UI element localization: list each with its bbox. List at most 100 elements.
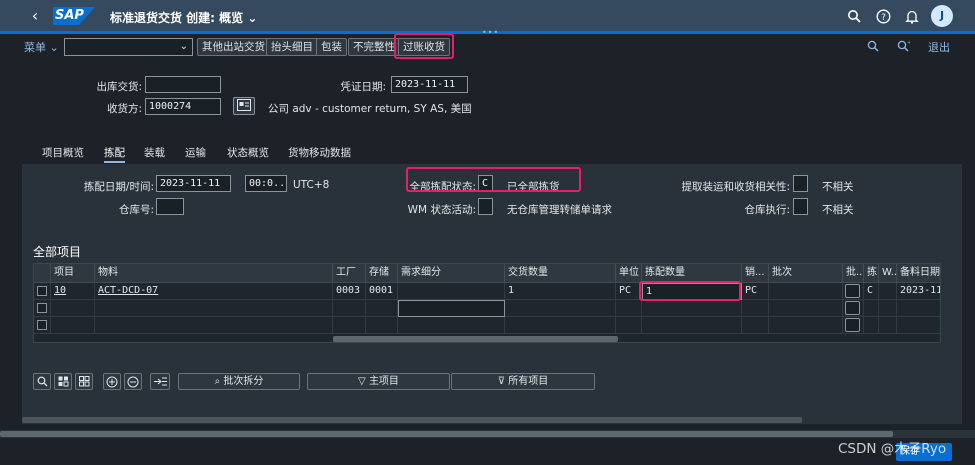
batch-split-button[interactable] bbox=[845, 301, 860, 315]
table-cell[interactable] bbox=[642, 317, 742, 334]
details-icon[interactable] bbox=[33, 373, 51, 390]
requirement-input[interactable] bbox=[398, 300, 505, 317]
table-cell[interactable] bbox=[51, 317, 95, 334]
tab-transport[interactable]: 运输 bbox=[185, 145, 206, 160]
column-header[interactable]: 项目 bbox=[51, 264, 95, 283]
table-cell[interactable] bbox=[51, 300, 95, 317]
table-cell[interactable] bbox=[333, 300, 366, 317]
column-header[interactable]: 工厂 bbox=[333, 264, 366, 283]
column-header[interactable]: 备料日期 bbox=[897, 264, 940, 283]
row-selector[interactable] bbox=[34, 283, 51, 300]
table-cell[interactable] bbox=[333, 317, 366, 334]
pick-time-field[interactable]: 00:0... bbox=[245, 175, 287, 192]
table-cell[interactable] bbox=[742, 317, 769, 334]
row-checkbox[interactable] bbox=[37, 320, 47, 330]
column-header[interactable]: 批次 bbox=[769, 264, 843, 283]
column-header[interactable]: 交货数量 bbox=[505, 264, 616, 283]
table-cell-delivery-qty[interactable]: 1 bbox=[505, 283, 616, 300]
table-cell[interactable] bbox=[366, 300, 398, 317]
column-header[interactable]: 销... bbox=[742, 264, 769, 283]
tab-goods-movement[interactable]: 货物移动数据 bbox=[288, 145, 351, 160]
add-row-icon[interactable] bbox=[103, 373, 121, 390]
delete-row-icon[interactable] bbox=[124, 373, 142, 390]
receiving-party-field[interactable]: 1000274 bbox=[145, 98, 221, 115]
doc-date-field[interactable]: 2023-11-11 bbox=[391, 76, 468, 93]
deselect-all-icon[interactable] bbox=[75, 373, 93, 390]
table-cell[interactable] bbox=[742, 300, 769, 317]
batch-split-button[interactable]: ⌕ 批次拆分 bbox=[178, 373, 300, 390]
table-cell[interactable] bbox=[366, 317, 398, 334]
pick-date-field[interactable]: 2023-11-11 bbox=[156, 175, 231, 192]
column-header[interactable]: 批... bbox=[843, 264, 864, 283]
select-all-header[interactable] bbox=[34, 264, 51, 283]
all-items-button[interactable]: ⊽ 所有项目 bbox=[451, 373, 595, 390]
search-icon[interactable] bbox=[844, 6, 864, 26]
table-cell[interactable] bbox=[505, 317, 616, 334]
table-horizontal-scrollbar[interactable] bbox=[333, 336, 618, 342]
exit-button[interactable]: 退出 bbox=[928, 39, 950, 55]
address-card-icon[interactable] bbox=[233, 97, 255, 115]
column-header[interactable]: 物料 bbox=[95, 264, 333, 283]
table-cell[interactable] bbox=[864, 300, 879, 317]
menu-button[interactable]: 菜单 ⌄ bbox=[24, 39, 59, 55]
column-header[interactable]: 需求细分 bbox=[398, 264, 505, 283]
batch-button-cell[interactable] bbox=[843, 317, 864, 334]
incompleteness-button[interactable]: 不完整性 bbox=[348, 38, 400, 56]
column-header[interactable]: 拣... bbox=[864, 264, 879, 283]
back-icon[interactable]: ‹ bbox=[27, 7, 43, 25]
find-next-icon[interactable]: + bbox=[897, 40, 911, 55]
table-cell[interactable] bbox=[642, 300, 742, 317]
batch-button-cell[interactable] bbox=[843, 283, 864, 300]
app-title[interactable]: 标准退货交货 创建: 概览 ⌄ bbox=[110, 9, 257, 26]
column-header[interactable]: W... bbox=[879, 264, 897, 283]
select-all-icon[interactable] bbox=[54, 373, 72, 390]
warehouse-field[interactable] bbox=[156, 198, 184, 215]
table-cell-batch[interactable] bbox=[769, 283, 843, 300]
batch-split-button[interactable] bbox=[845, 318, 860, 332]
tab-status-overview[interactable]: 状态概览 bbox=[227, 145, 269, 160]
table-cell[interactable] bbox=[616, 317, 642, 334]
table-cell-requirement[interactable] bbox=[398, 283, 505, 300]
relevance-field[interactable] bbox=[793, 175, 808, 192]
table-cell[interactable] bbox=[95, 300, 333, 317]
table-cell[interactable] bbox=[864, 317, 879, 334]
header-details-button[interactable]: 抬头细目 bbox=[266, 38, 318, 56]
other-outbound-delivery-button[interactable]: 其他出站交货 bbox=[197, 38, 270, 56]
notification-bell-icon[interactable] bbox=[902, 6, 922, 26]
table-cell-item[interactable]: 10 bbox=[51, 283, 95, 300]
pack-button[interactable]: 包装 bbox=[316, 38, 347, 56]
tab-picking[interactable]: 拣配 bbox=[104, 145, 125, 163]
table-cell-material[interactable]: ACT-DCD-07 bbox=[95, 283, 333, 300]
help-icon[interactable]: ? bbox=[873, 6, 893, 26]
batch-button-cell[interactable] bbox=[843, 300, 864, 317]
table-cell[interactable] bbox=[95, 317, 333, 334]
scrollbar-thumb[interactable] bbox=[0, 431, 893, 437]
wm-status-field[interactable] bbox=[478, 198, 493, 215]
command-field[interactable]: ⌄ bbox=[64, 38, 193, 56]
chevron-down-icon[interactable]: ⌄ bbox=[180, 41, 188, 52]
column-header[interactable]: 单位 bbox=[616, 264, 642, 283]
warehouse-exec-field[interactable] bbox=[793, 198, 808, 215]
main-items-button[interactable]: ▽ 主项目 bbox=[307, 373, 450, 390]
batch-split-button[interactable] bbox=[845, 284, 860, 298]
table-cell[interactable] bbox=[879, 317, 897, 334]
row-checkbox[interactable] bbox=[37, 303, 47, 313]
table-cell[interactable] bbox=[769, 317, 843, 334]
window-horizontal-scrollbar[interactable] bbox=[0, 430, 975, 438]
column-header[interactable]: 存储 bbox=[366, 264, 398, 283]
table-cell[interactable] bbox=[616, 300, 642, 317]
table-cell[interactable] bbox=[897, 317, 940, 334]
find-icon[interactable] bbox=[867, 40, 879, 55]
table-cell[interactable] bbox=[398, 317, 505, 334]
outbound-delivery-field[interactable] bbox=[145, 76, 221, 93]
table-cell[interactable] bbox=[505, 300, 616, 317]
row-checkbox[interactable] bbox=[37, 286, 47, 296]
table-cell[interactable] bbox=[879, 300, 897, 317]
insert-icon[interactable] bbox=[150, 373, 170, 390]
tab-item-overview[interactable]: 项目概览 bbox=[42, 145, 84, 160]
tab-loading[interactable]: 装载 bbox=[144, 145, 165, 160]
row-selector[interactable] bbox=[34, 317, 51, 334]
table-cell[interactable] bbox=[769, 300, 843, 317]
panel-horizontal-scrollbar[interactable] bbox=[22, 417, 802, 423]
table-cell[interactable] bbox=[897, 300, 940, 317]
